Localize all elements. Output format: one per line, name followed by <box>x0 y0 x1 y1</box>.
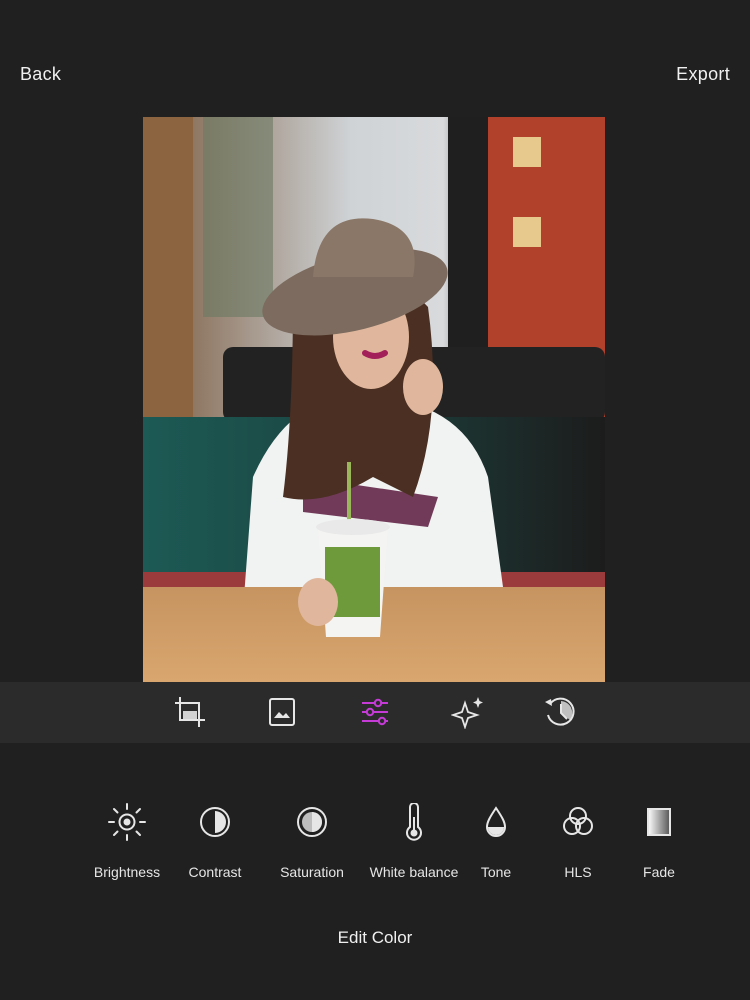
effects-tool-button[interactable] <box>450 694 486 730</box>
fade-icon <box>637 800 681 844</box>
adjust-saturation[interactable]: Saturation <box>276 800 348 890</box>
brightness-icon <box>105 800 149 844</box>
adjust-tool-button[interactable] <box>357 694 393 730</box>
crop-icon <box>175 697 205 727</box>
back-button[interactable]: Back <box>20 64 61 85</box>
sliders-icon <box>362 698 388 726</box>
photo-preview[interactable] <box>143 117 605 682</box>
editing-toolbar <box>0 682 750 743</box>
crop-tool-button[interactable] <box>172 694 208 730</box>
thermometer-icon <box>392 800 436 844</box>
image-tool-button[interactable] <box>264 694 300 730</box>
history-icon <box>545 697 575 726</box>
adjust-brightness[interactable]: Brightness <box>92 800 162 890</box>
adjust-fade-label: Fade <box>643 864 675 880</box>
adjust-contrast-label: Contrast <box>188 864 242 880</box>
sparkle-icon <box>451 697 483 729</box>
history-tool-button[interactable] <box>542 694 578 730</box>
adjust-white-balance-label: White balance <box>369 864 459 880</box>
edit-color-title: Edit Color <box>337 928 413 947</box>
saturation-icon <box>290 800 334 844</box>
export-button[interactable]: Export <box>676 64 730 85</box>
hls-circles-icon <box>556 800 600 844</box>
image-icon <box>269 698 295 726</box>
adjust-hls-label: HLS <box>564 864 592 880</box>
adjust-tone-label: Tone <box>480 864 512 880</box>
adjust-tone[interactable]: Tone <box>472 800 520 890</box>
contrast-icon <box>193 800 237 844</box>
adjust-contrast[interactable]: Contrast <box>180 800 250 890</box>
adjust-saturation-label: Saturation <box>280 864 344 880</box>
adjust-white-balance[interactable]: White balance <box>366 800 462 890</box>
adjust-brightness-label: Brightness <box>93 864 161 880</box>
adjust-hls[interactable]: HLS <box>554 800 602 890</box>
drop-icon <box>474 800 518 844</box>
adjust-fade[interactable]: Fade <box>636 800 682 890</box>
